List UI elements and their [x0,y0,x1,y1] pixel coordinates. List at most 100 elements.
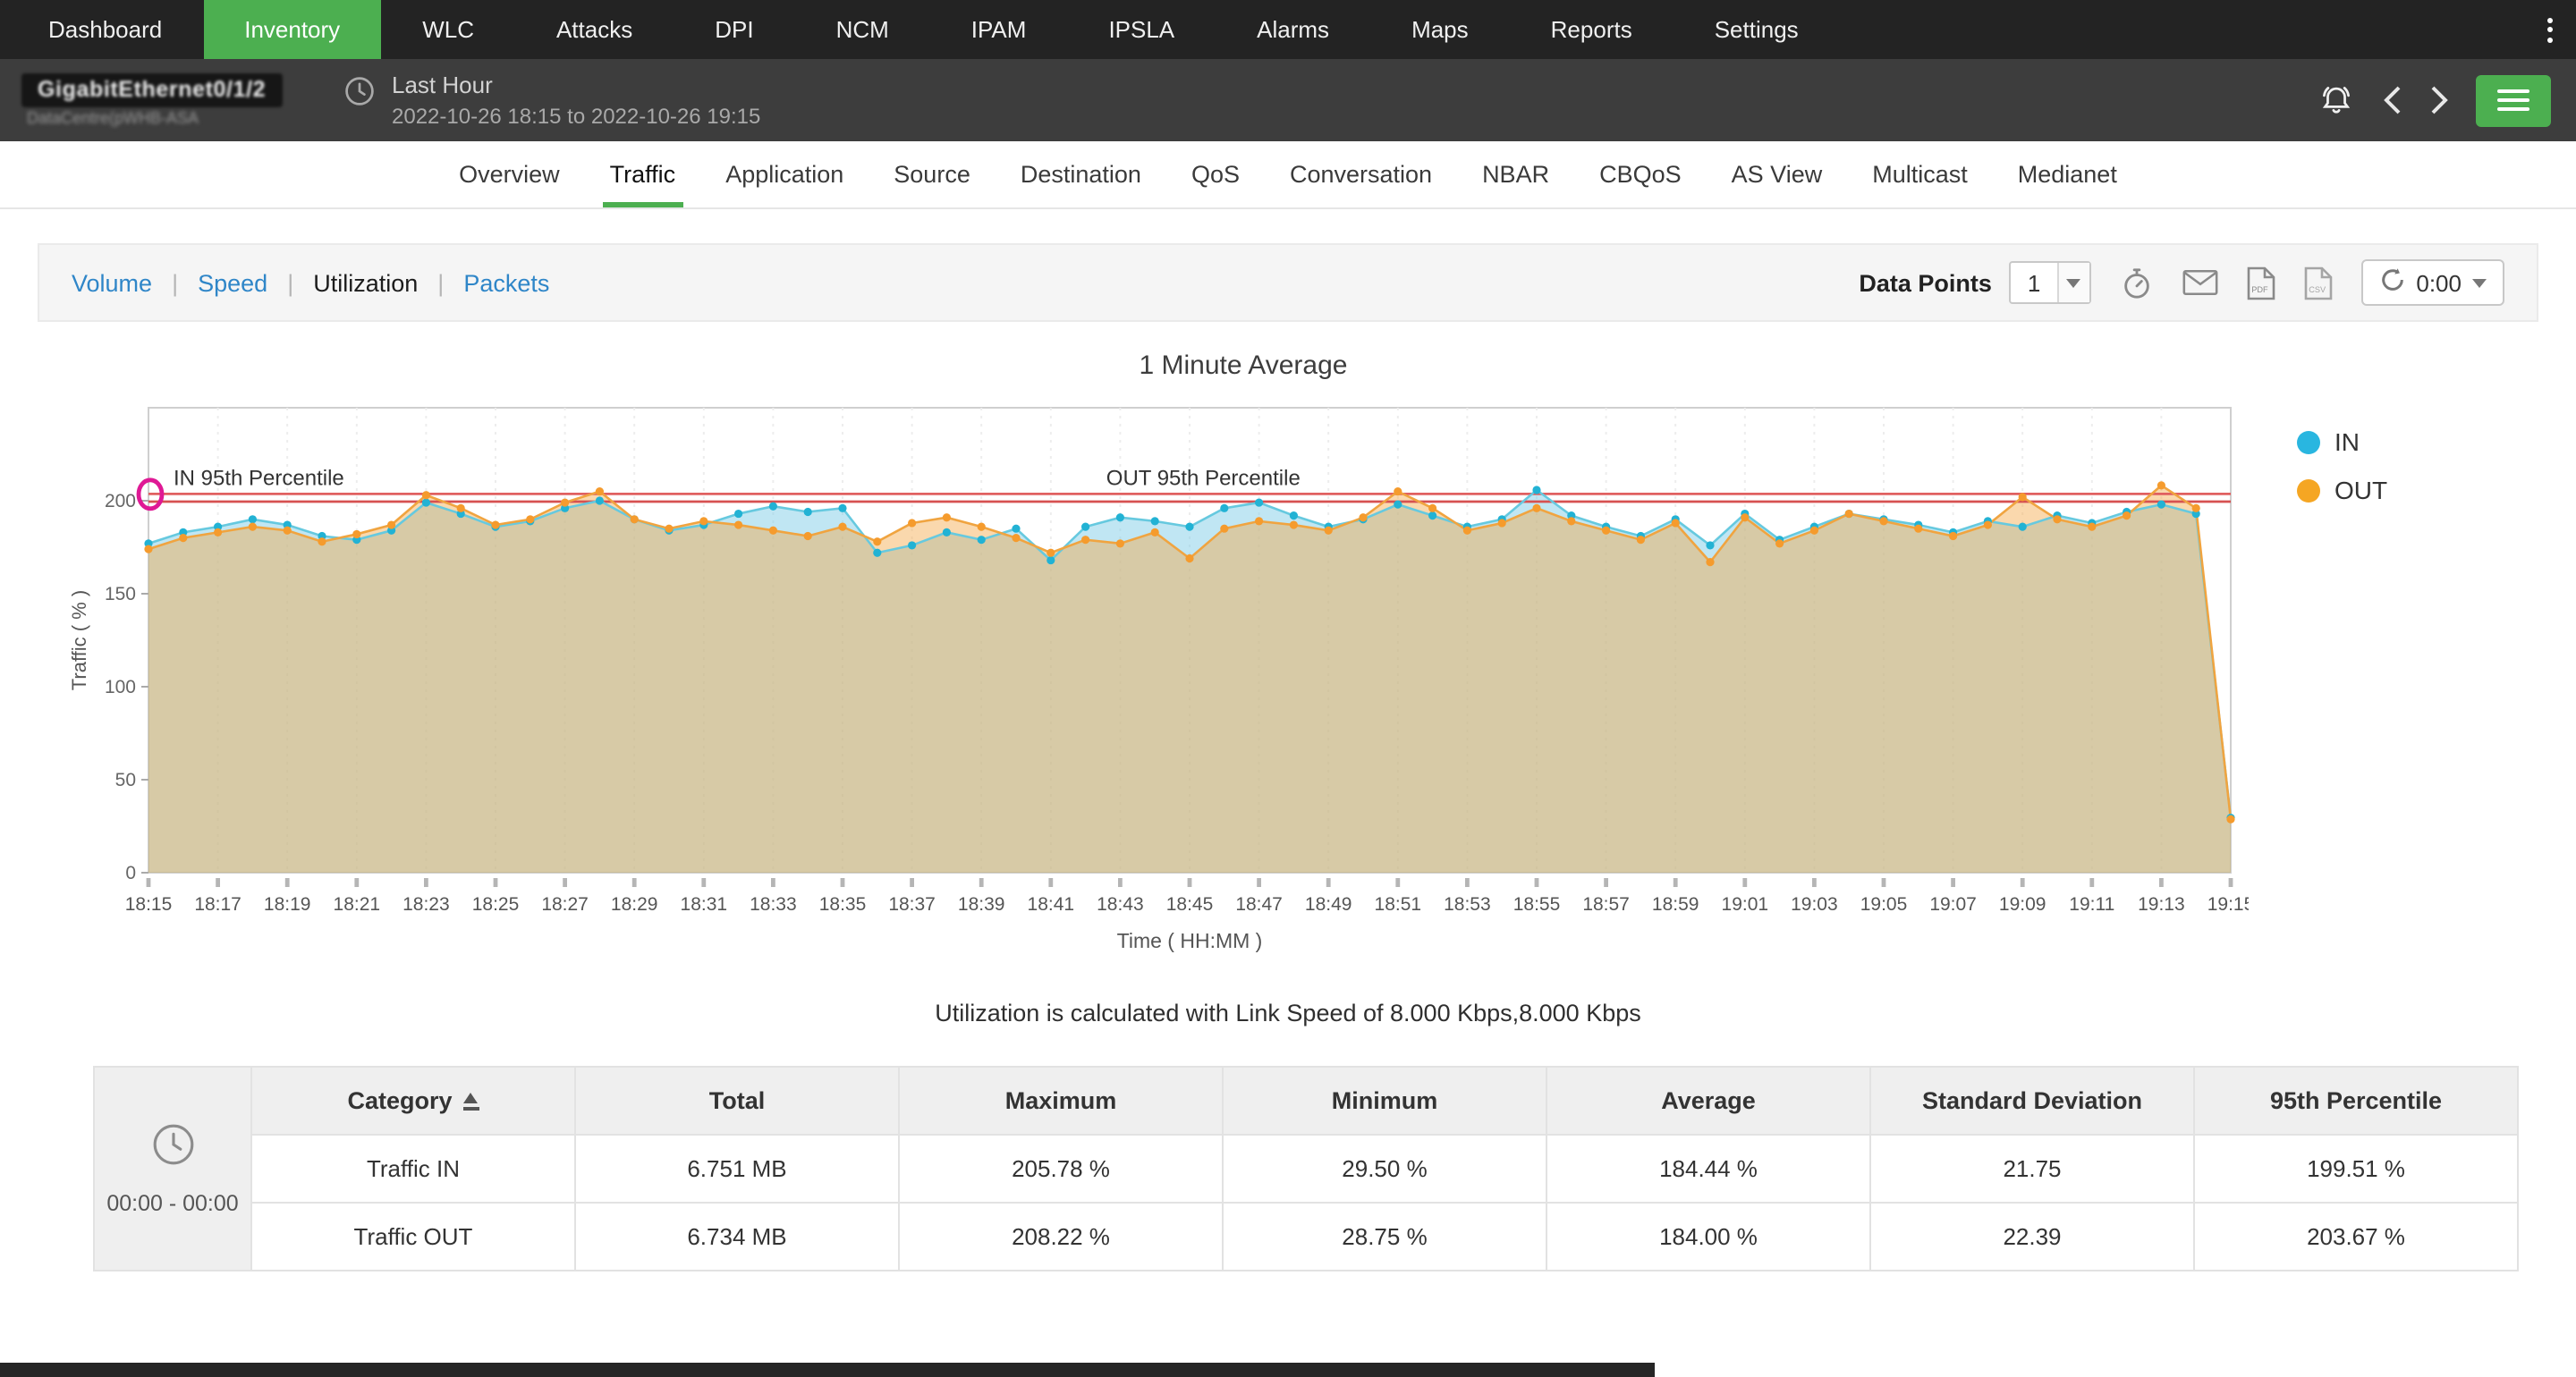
auto-refresh-select[interactable]: 0:00 [2360,259,2504,306]
chart-legend: IN OUT [2297,427,2387,504]
schedule-timer-icon[interactable] [2119,266,2153,300]
table-cell: Traffic OUT [251,1203,575,1271]
svg-text:18:17: 18:17 [194,894,242,915]
nav-item-maps[interactable]: Maps [1370,0,1510,59]
separator: | [172,269,178,296]
nav-item-inventory[interactable]: Inventory [203,0,381,59]
table-header-row: 00:00 - 00:00 CategoryTotalMaximumMinimu… [94,1067,2518,1135]
legend-item-in[interactable]: IN [2297,427,2387,456]
svg-text:18:29: 18:29 [611,894,658,915]
tab-source[interactable]: Source [869,141,996,207]
table-cell: 28.75 % [1223,1203,1546,1271]
clock-icon [343,75,376,116]
tab-as-view[interactable]: AS View [1707,141,1848,207]
table-cell: 184.44 % [1546,1135,1870,1203]
tab-multicast[interactable]: Multicast [1847,141,1993,207]
svg-text:200: 200 [105,491,136,511]
utilization-chart[interactable]: 050100150200IN 95th PercentileOUT 95th P… [66,388,2249,953]
tab-qos[interactable]: QoS [1166,141,1265,207]
chart-title: 1 Minute Average [0,351,2487,381]
svg-text:18:23: 18:23 [402,894,450,915]
svg-text:19:07: 19:07 [1929,894,1977,915]
svg-text:18:55: 18:55 [1513,894,1561,915]
view-link-packets[interactable]: Packets [463,269,549,296]
table-row: Traffic OUT6.734 MB208.22 %28.75 %184.00… [94,1203,2518,1271]
svg-text:PDF: PDF [2251,284,2268,293]
hamburger-menu-button[interactable] [2476,74,2551,126]
svg-text:18:27: 18:27 [541,894,589,915]
tab-destination[interactable]: Destination [996,141,1166,207]
tab-cbqos[interactable]: CBQoS [1574,141,1707,207]
previous-interface-chevron-left-icon[interactable] [2383,84,2402,116]
view-link-utilization[interactable]: Utilization [313,269,418,296]
legend-label: IN [2334,427,2360,456]
view-link-volume[interactable]: Volume [72,269,152,296]
svg-text:18:45: 18:45 [1166,894,1214,915]
nav-item-attacks[interactable]: Attacks [515,0,674,59]
legend-label: OUT [2334,476,2387,504]
svg-text:18:59: 18:59 [1652,894,1699,915]
nav-item-ncm[interactable]: NCM [795,0,930,59]
nav-item-ipam[interactable]: IPAM [930,0,1068,59]
svg-text:150: 150 [105,584,136,604]
nav-item-ipsla[interactable]: IPSLA [1067,0,1216,59]
svg-text:18:51: 18:51 [1375,894,1422,915]
nav-item-alarms[interactable]: Alarms [1216,0,1370,59]
column-header-minimum[interactable]: Minimum [1223,1067,1546,1135]
column-header-95th-percentile[interactable]: 95th Percentile [2194,1067,2518,1135]
data-points-select[interactable]: 1 [2010,261,2090,304]
bottom-partial-bar [0,1363,1655,1377]
column-header-category[interactable]: Category [251,1067,575,1135]
alarm-bell-icon[interactable] [2317,80,2356,120]
traffic-tabs-bar: OverviewTrafficApplicationSourceDestinat… [0,141,2576,209]
table-cell: 203.67 % [2194,1203,2518,1271]
page: DashboardInventoryWLCAttacksDPINCMIPAMIP… [0,0,2576,1377]
svg-text:18:41: 18:41 [1028,894,1075,915]
svg-text:18:39: 18:39 [958,894,1005,915]
nav-item-wlc[interactable]: WLC [381,0,515,59]
column-header-standard-deviation[interactable]: Standard Deviation [1870,1067,2194,1135]
report-time-range-cell: 00:00 - 00:00 [94,1067,251,1271]
separator: | [437,269,444,296]
column-header-maximum[interactable]: Maximum [899,1067,1223,1135]
nav-item-reports[interactable]: Reports [1510,0,1674,59]
column-header-label: Standard Deviation [1922,1087,2142,1114]
chart-area: 050100150200IN 95th PercentileOUT 95th P… [0,388,2576,953]
column-header-label: Minimum [1332,1087,1438,1114]
legend-item-out[interactable]: OUT [2297,476,2387,504]
svg-text:19:09: 19:09 [1999,894,2046,915]
device-name: GigabitEthernet0/1/2 [21,73,282,107]
nav-item-settings[interactable]: Settings [1674,0,1840,59]
column-header-total[interactable]: Total [575,1067,899,1135]
report-time-range: 00:00 - 00:00 [106,1191,238,1216]
tab-traffic[interactable]: Traffic [585,141,701,207]
next-interface-chevron-right-icon[interactable] [2429,84,2449,116]
more-options-kebab-icon[interactable] [2524,0,2576,59]
svg-text:18:57: 18:57 [1582,894,1630,915]
nav-item-dpi[interactable]: DPI [674,0,794,59]
tab-application[interactable]: Application [700,141,869,207]
legend-dot [2297,430,2320,453]
pdf-export-icon[interactable]: PDF [2246,266,2275,300]
nav-item-dashboard[interactable]: Dashboard [7,0,203,59]
time-period[interactable]: Last Hour 2022-10-26 18:15 to 2022-10-26… [343,72,760,129]
csv-export-icon[interactable]: CSV [2303,266,2332,300]
refresh-interval-value: 0:00 [2416,269,2462,296]
table-cell: 208.22 % [899,1203,1223,1271]
email-icon[interactable] [2182,268,2217,297]
column-header-label: 95th Percentile [2270,1087,2442,1114]
tab-medianet[interactable]: Medianet [1993,141,2142,207]
svg-text:18:43: 18:43 [1097,894,1144,915]
view-link-speed[interactable]: Speed [198,269,267,296]
tab-overview[interactable]: Overview [434,141,585,207]
table-row: Traffic IN6.751 MB205.78 %29.50 %184.44 … [94,1135,2518,1203]
sort-icon [463,1093,479,1111]
column-header-average[interactable]: Average [1546,1067,1870,1135]
device-identity[interactable]: GigabitEthernet0/1/2 DataCentre(pWHB-ASA [21,73,336,127]
tab-conversation[interactable]: Conversation [1265,141,1457,207]
traffic-summary-table: 00:00 - 00:00 Category TotalMaximum Minimu… [93,1066,2519,1271]
device-subtitle: DataCentre(pWHB-ASA [21,109,336,127]
svg-text:18:33: 18:33 [750,894,797,915]
tab-nbar[interactable]: NBAR [1457,141,1574,207]
column-header-label: Category [347,1087,452,1114]
